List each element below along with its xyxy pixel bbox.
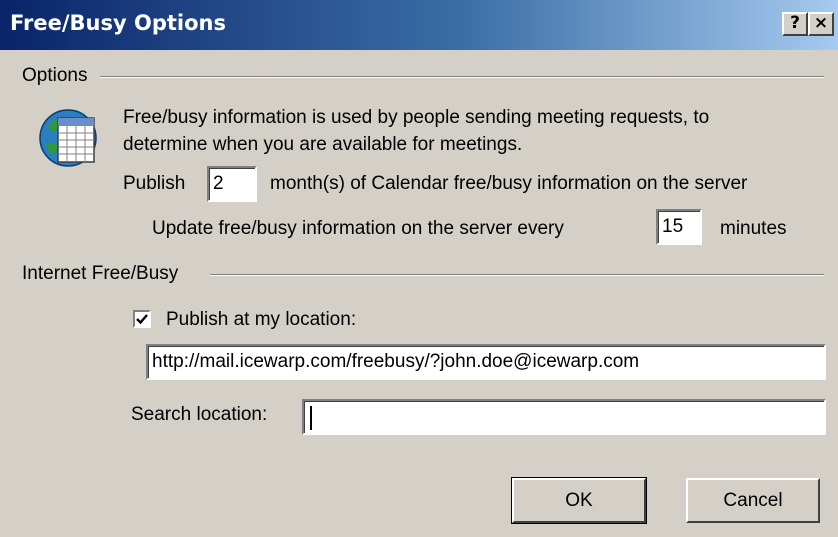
options-group-label: Options [22, 65, 94, 87]
publish-months-suffix: month(s) of Calendar free/busy informati… [270, 173, 748, 194]
help-icon: ? [790, 13, 800, 33]
update-minutes-input[interactable]: 15 [656, 209, 702, 245]
publish-location-label: Publish at my location: [166, 309, 357, 330]
search-location-input[interactable] [302, 399, 826, 435]
internet-group-line [210, 274, 824, 276]
close-icon: × [813, 13, 829, 33]
search-location-label: Search location: [131, 404, 268, 425]
publish-months-input[interactable]: 2 [207, 166, 257, 202]
update-interval-suffix: minutes [720, 218, 787, 239]
options-description-line2: determine when you are available for mee… [123, 134, 523, 155]
options-group-line [100, 76, 824, 78]
help-button[interactable]: ? [782, 12, 808, 36]
options-description-line1: Free/busy information is used by people … [123, 107, 710, 128]
publish-url-input[interactable]: http://mail.icewarp.com/freebusy/?john.d… [146, 344, 826, 380]
close-button[interactable]: × [808, 12, 834, 36]
update-interval-prefix: Update free/busy information on the serv… [152, 218, 564, 239]
cancel-button[interactable]: Cancel [686, 478, 820, 523]
ok-button[interactable]: OK [511, 477, 647, 524]
dialog-title: Free/Busy Options [10, 11, 226, 35]
publish-months-prefix: Publish [123, 173, 186, 194]
title-bar[interactable]: Free/Busy Options ? × [0, 0, 838, 50]
internet-group-label: Internet Free/Busy [22, 263, 185, 285]
text-caret [310, 406, 312, 430]
free-busy-options-dialog: Free/Busy Options ? × Options Free/busy … [0, 0, 838, 537]
checkmark-icon [136, 314, 148, 325]
publish-location-checkbox[interactable] [133, 310, 151, 328]
calendar-icon [38, 104, 100, 170]
